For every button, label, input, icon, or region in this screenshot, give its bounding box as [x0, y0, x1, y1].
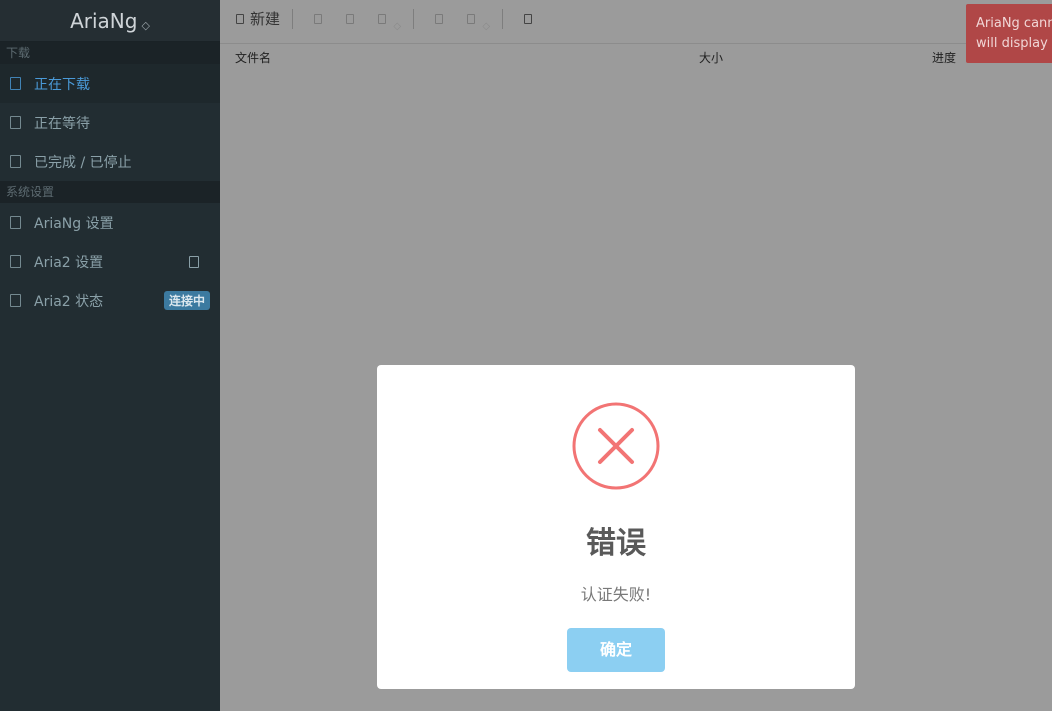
logo-caret-icon: ◇	[141, 19, 150, 32]
gear-icon	[10, 216, 21, 229]
check-icon	[10, 155, 21, 168]
sort-button[interactable]: ◇	[464, 9, 490, 32]
sidebar-item-aria2-settings[interactable]: Aria2 设置	[0, 242, 220, 281]
clock-icon	[10, 116, 21, 129]
play-icon	[314, 13, 323, 24]
section-header-downloads: 下载	[0, 42, 220, 64]
logo[interactable]: AriaNg ◇	[0, 0, 220, 42]
pause-button[interactable]	[343, 9, 363, 29]
section-header-settings: 系统设置	[0, 181, 220, 203]
sidebar-item-downloading[interactable]: 正在下载	[0, 64, 220, 103]
sidebar-item-label: AriaNg 设置	[34, 215, 114, 232]
chevron-down-icon: ◇	[482, 20, 491, 32]
toolbar-divider	[292, 8, 294, 29]
sidebar-item-label: Aria2 设置	[34, 254, 104, 271]
plus-icon	[236, 13, 244, 24]
download-icon	[10, 77, 21, 90]
info-icon	[10, 294, 21, 307]
toolbar-divider	[413, 8, 415, 29]
expand-icon[interactable]	[189, 256, 199, 268]
sidebar-item-waiting[interactable]: 正在等待	[0, 103, 220, 142]
start-button[interactable]	[311, 9, 331, 29]
dialog-title: 错误	[586, 526, 646, 561]
sort-icon	[467, 13, 476, 24]
toast-line-1: AriaNg cann	[976, 16, 1052, 31]
properties-button[interactable]	[521, 9, 541, 29]
sidebar-item-ariang-settings[interactable]: AriaNg 设置	[0, 203, 220, 242]
new-button[interactable]: 新建	[236, 8, 280, 29]
trash-icon	[378, 13, 387, 24]
sidebar-item-aria2-status[interactable]: Aria2 状态 连接中	[0, 281, 220, 320]
chevron-down-icon: ◇	[393, 20, 402, 32]
sidebar-item-label: Aria2 状态	[34, 293, 104, 310]
settings-icon	[10, 255, 21, 268]
dialog-message: 认证失败!	[580, 585, 652, 604]
task-table-header: 文件名 大小 进度	[220, 43, 1052, 68]
sidebar-item-label: 已完成 / 已停止	[34, 154, 132, 171]
column-filename[interactable]: 文件名	[235, 49, 271, 66]
sidebar-item-stopped[interactable]: 已完成 / 已停止	[0, 142, 220, 181]
error-x-icon	[572, 402, 660, 490]
toolbar: 新建 ◇ ◇	[220, 0, 1052, 37]
column-size[interactable]: 大小	[699, 49, 723, 66]
logo-text: AriaNg	[70, 8, 138, 33]
delete-button[interactable]: ◇	[375, 9, 401, 32]
properties-icon	[524, 13, 533, 24]
toast-line-2: will display i	[976, 36, 1052, 51]
new-button-label: 新建	[250, 10, 281, 28]
column-progress[interactable]: 进度	[932, 49, 956, 66]
sidebar-item-label: 正在等待	[34, 115, 90, 132]
select-icon	[435, 13, 444, 24]
toolbar-divider	[502, 8, 504, 29]
confirm-button[interactable]: 确定	[567, 628, 665, 672]
error-toast[interactable]: AriaNg cann will display i	[966, 4, 1052, 63]
pause-icon	[346, 13, 355, 24]
select-all-button[interactable]	[432, 9, 452, 29]
status-badge: 连接中	[163, 291, 210, 310]
error-dialog: 错误 认证失败! 确定	[377, 365, 855, 689]
sidebar: AriaNg ◇ 下载 正在下载 正在等待 已完成 / 已停止 系统设置 Ari…	[0, 0, 220, 711]
sidebar-item-label: 正在下载	[34, 76, 90, 93]
